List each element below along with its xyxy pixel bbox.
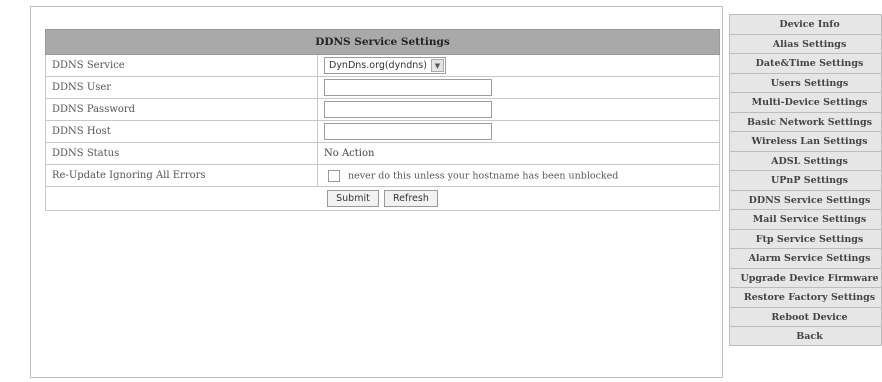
refresh-button[interactable]: Refresh xyxy=(384,190,438,207)
ddns-user-input[interactable] xyxy=(324,79,492,96)
panel-title: DDNS Service Settings xyxy=(45,29,720,55)
table-row: DDNS Service DynDns.org(dyndns) ▼ xyxy=(45,54,720,77)
menu-item[interactable]: Alarm Service Settings xyxy=(729,248,882,268)
menu-item[interactable]: DDNS Service Settings xyxy=(729,189,882,209)
menu-item[interactable]: Ftp Service Settings xyxy=(729,228,882,248)
menu-item[interactable]: Basic Network Settings xyxy=(729,111,882,131)
ddns-password-input[interactable] xyxy=(324,101,492,118)
menu-item[interactable]: Device Info xyxy=(729,14,882,34)
reupdate-checkbox[interactable] xyxy=(328,169,340,182)
menu-item[interactable]: Users Settings xyxy=(729,72,882,92)
table-row: DDNS Password xyxy=(45,98,720,121)
menu-item[interactable]: Date&Time Settings xyxy=(729,53,882,73)
menu-item[interactable]: Mail Service Settings xyxy=(729,209,882,229)
menu-item[interactable]: ADSL Settings xyxy=(729,150,882,170)
menu-item[interactable]: Wireless Lan Settings xyxy=(729,131,882,151)
ddns-status-value: No Action xyxy=(317,142,720,165)
ddns-service-select[interactable]: DynDns.org(dyndns) ▼ xyxy=(324,57,446,74)
ddns-password-label: DDNS Password xyxy=(45,98,318,121)
table-header-row: DDNS Service Settings xyxy=(45,29,720,55)
table-row: DDNS Host xyxy=(45,120,720,143)
submit-button[interactable]: Submit xyxy=(327,190,379,207)
reupdate-checkbox-text: never do this unless your hostname has b… xyxy=(348,170,619,181)
table-row: DDNS User xyxy=(45,76,720,99)
menu-item[interactable]: Back xyxy=(729,326,882,346)
reupdate-label: Re-Update Ignoring All Errors xyxy=(45,164,318,187)
menu-item[interactable]: Alias Settings xyxy=(729,33,882,53)
table-row: DDNS Status No Action xyxy=(45,142,720,165)
ddns-host-input[interactable] xyxy=(324,123,492,140)
menu-item[interactable]: Multi-Device Settings xyxy=(729,92,882,112)
menu-item[interactable]: Reboot Device xyxy=(729,306,882,326)
ddns-status-label: DDNS Status xyxy=(45,142,318,165)
ddns-settings-table: DDNS Service Settings DDNS Service DynDn… xyxy=(45,29,720,211)
ddns-user-label: DDNS User xyxy=(45,76,318,99)
button-row: Submit Refresh xyxy=(45,186,720,211)
ddns-service-selected-value: DynDns.org(dyndns) xyxy=(329,60,427,71)
menu-item[interactable]: Upgrade Device Firmware xyxy=(729,267,882,287)
menu-item[interactable]: Restore Factory Settings xyxy=(729,287,882,307)
chevron-down-icon[interactable]: ▼ xyxy=(430,59,444,72)
settings-frame: DDNS Service Settings DDNS Service DynDn… xyxy=(30,6,723,378)
ddns-service-label: DDNS Service xyxy=(45,54,318,77)
menu-item[interactable]: UPnP Settings xyxy=(729,170,882,190)
settings-menu: Device Info Alias Settings Date&Time Setti… xyxy=(729,14,882,346)
table-row: Re-Update Ignoring All Errors never do t… xyxy=(45,164,720,187)
ddns-host-label: DDNS Host xyxy=(45,120,318,143)
